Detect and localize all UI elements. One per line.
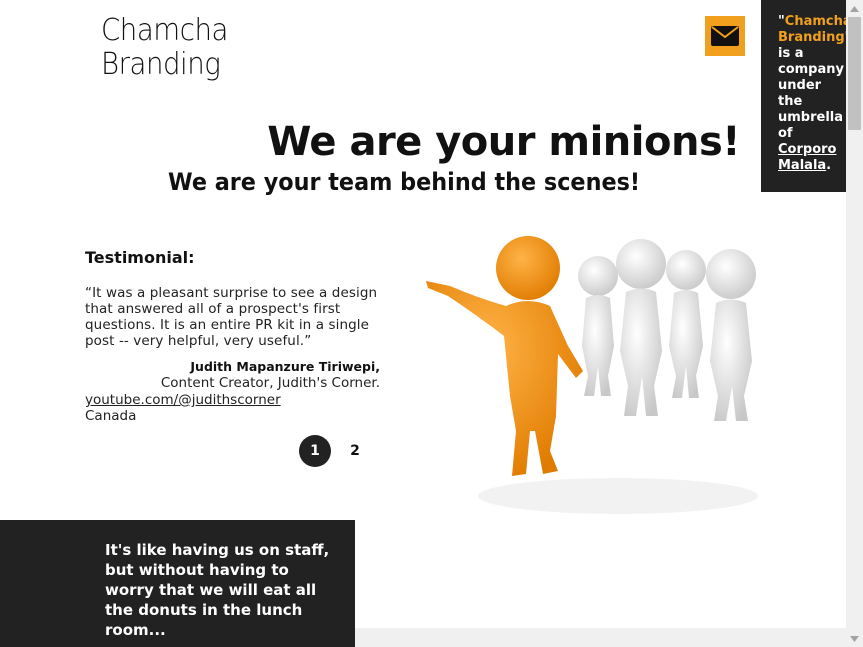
testimonial-country: Canada xyxy=(85,408,137,424)
side-note-brand: Chamcha Branding xyxy=(778,14,846,45)
white-figure-4 xyxy=(706,249,756,421)
testimonial-author: Judith Mapanzure Tiriwepi, xyxy=(190,359,380,374)
contact-button[interactable] xyxy=(705,16,745,56)
footer-note-box: It's like having us on staff, but withou… xyxy=(0,520,355,647)
chevron-down-icon xyxy=(850,635,859,642)
white-figure-2 xyxy=(616,239,666,416)
scroll-up-arrow[interactable] xyxy=(846,0,863,17)
side-note-text: is a company under the umbrella of xyxy=(778,46,844,141)
testimonial-pagination: 1 2 xyxy=(299,435,371,467)
testimonial-quote: “It was a pleasant surprise to see a des… xyxy=(85,285,378,349)
scroll-down-arrow[interactable] xyxy=(846,630,863,647)
headline: We are your minions! xyxy=(267,119,740,165)
testimonial-section: Testimonial: “It was a pleasant surprise… xyxy=(85,248,380,424)
white-figure-3 xyxy=(666,250,706,398)
side-note: "Chamcha Branding" is a company under th… xyxy=(761,0,846,192)
minions-illustration xyxy=(426,236,758,514)
testimonial-youtube-link[interactable]: youtube.com/@judithscorner xyxy=(85,392,380,408)
brand-line-1: Chamcha xyxy=(101,13,228,48)
footer-note-text: It's like having us on staff, but withou… xyxy=(105,541,330,639)
orange-figure xyxy=(426,236,583,476)
horizontal-scroll-track[interactable] xyxy=(355,628,846,647)
subheadline: We are your team behind the scenes! xyxy=(168,168,641,196)
brand-logo[interactable]: Chamcha Branding xyxy=(101,14,241,82)
testimonial-heading: Testimonial: xyxy=(85,248,195,267)
quote-open: " xyxy=(778,14,785,29)
page-2-button[interactable]: 2 xyxy=(339,435,371,467)
vertical-scrollbar[interactable] xyxy=(846,0,863,647)
page-1-button[interactable]: 1 xyxy=(299,435,331,467)
side-note-period: . xyxy=(826,158,832,173)
brand-line-2: Branding xyxy=(101,47,221,82)
chevron-up-icon xyxy=(850,5,859,12)
white-figure-1 xyxy=(578,256,618,396)
testimonial-role: Content Creator, Judith's Corner. xyxy=(160,375,380,391)
envelope-icon xyxy=(711,26,739,46)
scroll-thumb[interactable] xyxy=(848,17,861,130)
